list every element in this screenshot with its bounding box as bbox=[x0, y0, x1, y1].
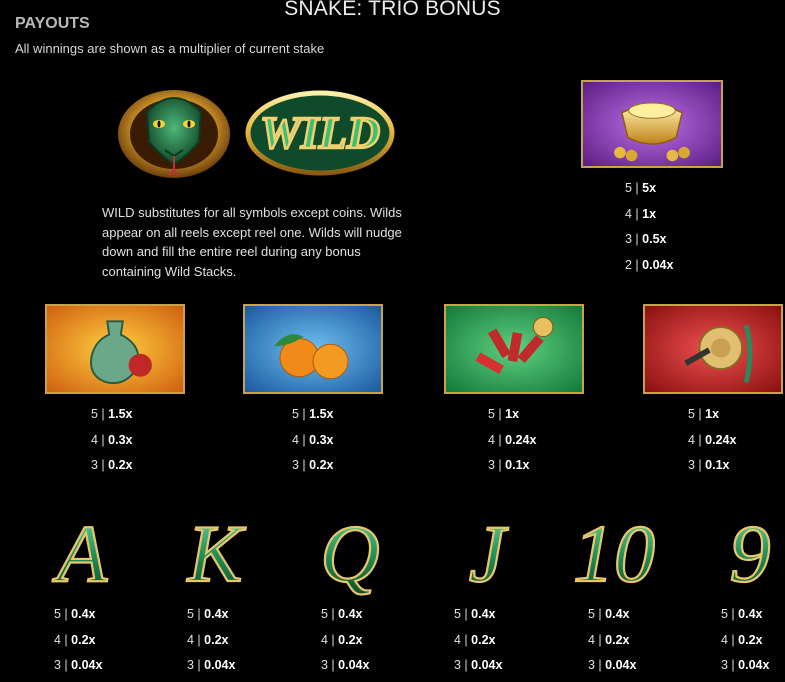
payout-row: 4 | 0.2x bbox=[321, 632, 363, 647]
wild-logo-icon: WILD bbox=[245, 90, 395, 176]
payouts-subtitle: All winnings are shown as a multiplier o… bbox=[15, 41, 325, 56]
letter-k-icon: K bbox=[187, 508, 247, 599]
wild-symbol: WILD bbox=[243, 88, 397, 178]
gong-icon bbox=[645, 306, 781, 392]
payout-row: 5 | 1x bbox=[488, 407, 520, 421]
payout-row: 5 | 1x bbox=[688, 407, 720, 421]
payouts-heading: PAYOUTS bbox=[15, 15, 90, 32]
number-10-icon: 10 bbox=[573, 508, 655, 599]
payout-row: 3 | 0.04x bbox=[321, 658, 370, 673]
payout-row: 4 | 0.2x bbox=[187, 632, 229, 647]
gold-ingot-payouts: 5 | 5x 4 | 1x 3 | 0.5x 2 | 0.04x bbox=[625, 176, 673, 279]
oranges-icon bbox=[245, 306, 381, 392]
payout-row: 4 | 0.3x bbox=[91, 432, 133, 447]
payout-row: 3 | 0.04x bbox=[54, 658, 103, 673]
snake-symbol bbox=[115, 84, 233, 180]
gold-ingot-tile bbox=[581, 80, 723, 168]
payout-row: 5 | 0.4x bbox=[54, 607, 96, 621]
payout-row: 5 | 1.5x bbox=[292, 407, 334, 421]
payout-row: 2 | 0.04x bbox=[625, 258, 674, 273]
payout-row: 3 | 0.04x bbox=[454, 658, 503, 673]
payout-row: 5 | 0.4x bbox=[187, 607, 229, 621]
payout-row: 4 | 0.2x bbox=[454, 632, 496, 647]
payout-row: 3 | 0.04x bbox=[721, 658, 770, 673]
gong-tile bbox=[643, 304, 783, 394]
payout-row: 4 | 0.2x bbox=[54, 632, 96, 647]
payout-row: 4 | 0.2x bbox=[588, 632, 630, 647]
payout-row: 3 | 0.04x bbox=[187, 658, 236, 673]
payout-row: 5 | 0.4x bbox=[454, 607, 496, 621]
vase-payouts: 5 | 1.5x 4 | 0.3x 3 | 0.2x bbox=[91, 402, 133, 479]
payout-row: 5 | 0.4x bbox=[588, 607, 630, 621]
snake-head-icon bbox=[118, 90, 230, 178]
game-title: SNAKE: TRIO BONUS bbox=[284, 0, 501, 20]
payout-row: 3 | 0.1x bbox=[688, 458, 730, 473]
payout-row: 4 | 0.3x bbox=[292, 432, 334, 447]
low-symbols-row: A K Q J 10 9 bbox=[51, 507, 772, 600]
payout-row: 4 | 1x bbox=[625, 206, 657, 221]
number-9-payouts: 5 | 0.4x 4 | 0.2x 3 | 0.04x bbox=[721, 602, 769, 679]
payout-row: 3 | 0.1x bbox=[488, 458, 530, 473]
letter-q-payouts: 5 | 0.4x 4 | 0.2x 3 | 0.04x bbox=[321, 602, 369, 679]
payout-row: 3 | 0.2x bbox=[91, 458, 133, 473]
letter-a-icon: A bbox=[52, 508, 108, 599]
gold-ingot-icon bbox=[583, 82, 721, 166]
vase-tile bbox=[45, 304, 185, 394]
wild-logo-text: WILD bbox=[260, 107, 380, 158]
payout-row: 4 | 0.24x bbox=[488, 432, 537, 447]
oranges-tile bbox=[243, 304, 383, 394]
oranges-payouts: 5 | 1.5x 4 | 0.3x 3 | 0.2x bbox=[292, 402, 334, 479]
payout-row: 3 | 0.04x bbox=[588, 658, 637, 673]
payout-row: 3 | 0.2x bbox=[292, 458, 334, 473]
payout-row: 4 | 0.24x bbox=[688, 432, 737, 447]
letter-j-icon: J bbox=[469, 508, 509, 599]
vase-icon bbox=[47, 306, 183, 392]
firecrackers-payouts: 5 | 1x 4 | 0.24x 3 | 0.1x bbox=[488, 402, 536, 479]
payout-row: 5 | 5x bbox=[625, 181, 657, 195]
gong-payouts: 5 | 1x 4 | 0.24x 3 | 0.1x bbox=[688, 402, 736, 479]
payout-row: 5 | 1.5x bbox=[91, 407, 133, 421]
firecrackers-tile bbox=[444, 304, 584, 394]
letter-k-payouts: 5 | 0.4x 4 | 0.2x 3 | 0.04x bbox=[187, 602, 235, 679]
payout-row: 4 | 0.2x bbox=[721, 632, 763, 647]
firecrackers-icon bbox=[446, 306, 582, 392]
letter-q-icon: Q bbox=[320, 508, 379, 599]
payout-row: 5 | 0.4x bbox=[721, 607, 763, 621]
number-10-payouts: 5 | 0.4x 4 | 0.2x 3 | 0.04x bbox=[588, 602, 636, 679]
wild-description: WILD substitutes for all symbols except … bbox=[102, 205, 402, 279]
number-9-icon: 9 bbox=[730, 508, 771, 599]
letter-a-payouts: 5 | 0.4x 4 | 0.2x 3 | 0.04x bbox=[54, 602, 102, 679]
payout-row: 5 | 0.4x bbox=[321, 607, 363, 621]
payout-row: 3 | 0.5x bbox=[625, 232, 667, 247]
letter-j-payouts: 5 | 0.4x 4 | 0.2x 3 | 0.04x bbox=[454, 602, 502, 679]
